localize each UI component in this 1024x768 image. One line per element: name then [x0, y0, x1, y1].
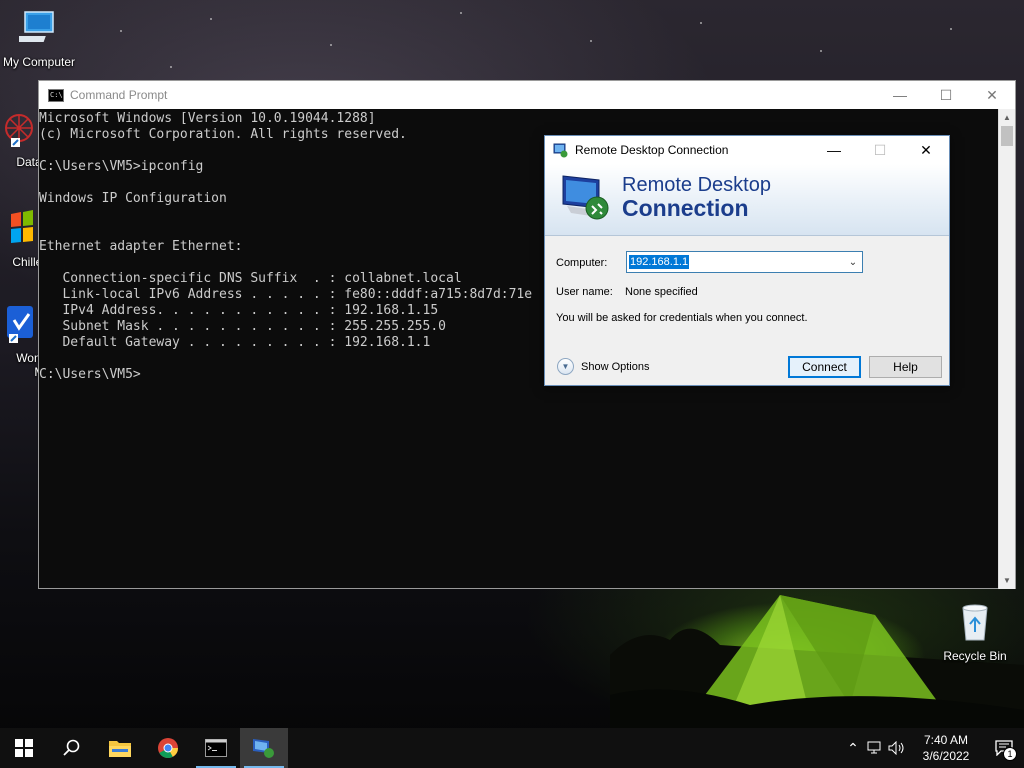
- connect-button[interactable]: Connect: [788, 356, 861, 378]
- chrome-icon: [158, 738, 179, 759]
- scroll-up-arrow-icon[interactable]: ▲: [999, 109, 1015, 126]
- system-tray: ⌃ 7:40 AM 3/6/2022 1: [842, 728, 1024, 768]
- remote-desktop-connection-dialog[interactable]: Remote Desktop Connection — ☐ ✕ Remote D…: [544, 135, 950, 386]
- taskbar-remote-desktop[interactable]: [240, 728, 288, 768]
- minimize-button[interactable]: —: [877, 81, 923, 109]
- show-options-chevron-icon[interactable]: ▼: [557, 358, 574, 375]
- network-icon[interactable]: [864, 741, 886, 755]
- maximize-button[interactable]: ☐: [923, 81, 969, 109]
- remote-desktop-icon: [253, 739, 274, 758]
- dataw-app-icon: [5, 114, 33, 147]
- cmd-app-icon: C:\: [48, 88, 64, 102]
- cmd-icon: [205, 739, 227, 757]
- remote-desktop-monitor-icon: [562, 175, 609, 220]
- volume-icon[interactable]: [886, 741, 908, 755]
- taskbar-chrome[interactable]: [144, 728, 192, 768]
- desktop-icon-label: Recycle Bin: [943, 649, 1007, 663]
- minimize-button[interactable]: —: [811, 136, 857, 164]
- close-button[interactable]: ✕: [969, 81, 1015, 109]
- cmd-titlebar[interactable]: C:\ Command Prompt — ☐ ✕: [39, 81, 1015, 109]
- rdc-banner-title-line2: Connection: [622, 195, 749, 221]
- credentials-info-text: You will be asked for credentials when y…: [556, 312, 808, 324]
- windows-start-icon: [15, 739, 33, 757]
- cmd-title: Command Prompt: [70, 88, 168, 102]
- search-button[interactable]: [48, 728, 96, 768]
- close-button[interactable]: ✕: [903, 136, 949, 164]
- action-center-button[interactable]: 1: [984, 728, 1024, 768]
- computer-input-value[interactable]: 192.168.1.1: [627, 254, 691, 270]
- folder-icon: [109, 741, 131, 757]
- rdc-banner: Remote Desktop Connection: [545, 164, 949, 236]
- computer-combobox[interactable]: 192.168.1.1 ⌄: [626, 251, 863, 273]
- computer-label: Computer:: [556, 257, 608, 269]
- computer-icon: [9, 11, 54, 42]
- taskbar-command-prompt[interactable]: [192, 728, 240, 768]
- help-button[interactable]: Help: [869, 356, 942, 378]
- taskbar-clock[interactable]: 7:40 AM 3/6/2022: [908, 732, 984, 764]
- maximize-button: ☐: [873, 141, 887, 158]
- notification-badge: 1: [1003, 747, 1017, 761]
- console-line: Microsoft Windows [Version 10.0.19044.12…: [39, 111, 376, 126]
- clock-date: 3/6/2022: [922, 749, 970, 763]
- username-value: None specified: [625, 286, 698, 298]
- rdc-title-icon: [553, 143, 568, 158]
- chevron-down-icon[interactable]: ⌄: [846, 255, 860, 269]
- rdc-title: Remote Desktop Connection: [575, 143, 729, 157]
- cmd-scrollbar[interactable]: ▲ ▼: [998, 109, 1015, 589]
- taskbar-file-explorer[interactable]: [96, 728, 144, 768]
- search-icon: [63, 739, 80, 756]
- desktop-icon-recycle-bin[interactable]: Recycle Bin: [936, 602, 1014, 663]
- show-options-link[interactable]: Show Options: [581, 361, 649, 373]
- windows-flag-icon: [11, 210, 33, 243]
- taskbar: ⌃ 7:40 AM 3/6/2022 1: [0, 728, 1024, 768]
- chevron-up-icon[interactable]: ⌃: [842, 740, 864, 757]
- rdc-titlebar[interactable]: Remote Desktop Connection — ☐ ✕: [545, 136, 949, 164]
- recycle-bin-icon: [962, 604, 988, 641]
- mirror-app-icon: [7, 306, 33, 343]
- clock-time: 7:40 AM: [923, 733, 969, 747]
- desktop-icon-label: My Computer: [2, 55, 76, 69]
- rdc-banner-title-line1: Remote Desktop: [622, 174, 771, 196]
- scroll-down-arrow-icon[interactable]: ▼: [999, 572, 1015, 589]
- start-button[interactable]: [0, 728, 48, 768]
- desktop-icon-my-computer[interactable]: My Computer: [0, 8, 78, 69]
- username-label: User name:: [556, 286, 613, 298]
- scrollbar-thumb[interactable]: [1001, 126, 1013, 146]
